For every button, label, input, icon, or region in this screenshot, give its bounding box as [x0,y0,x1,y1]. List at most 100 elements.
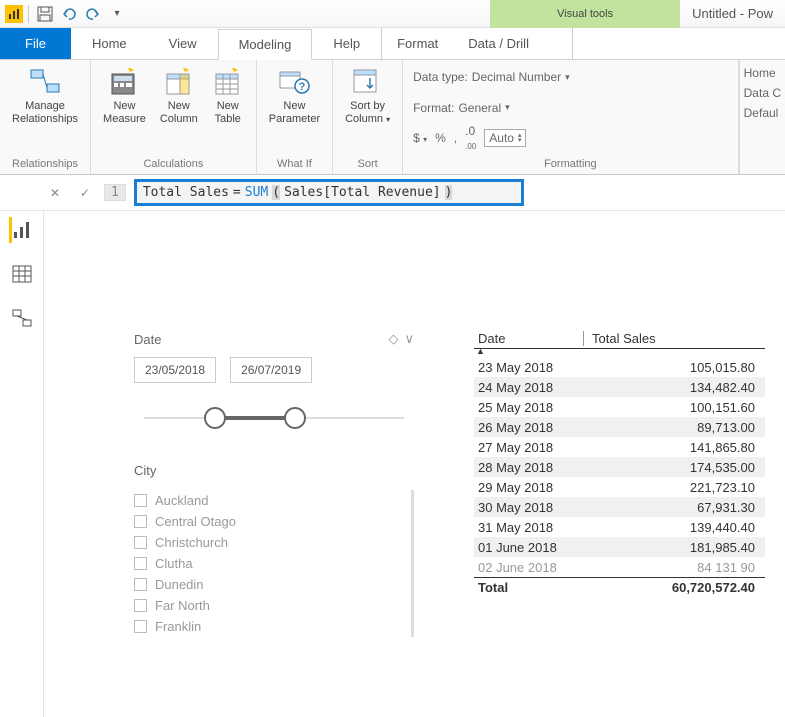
date-from-input[interactable]: 23/05/2018 [134,357,216,383]
commit-formula-icon[interactable]: ✓ [74,182,96,204]
table-row[interactable]: 02 June 201884 131 90 [474,557,765,577]
checkbox-icon[interactable] [134,515,147,528]
cancel-formula-icon[interactable]: ✕ [44,182,66,204]
column-icon [163,66,195,98]
formula-measure-name: Total Sales [143,185,229,200]
table-total-row: Total 60,720,572.40 [474,577,765,595]
new-column-button[interactable]: NewColumn [156,64,202,128]
city-item[interactable]: Clutha [134,553,401,574]
formatting-group-label: Formatting [413,158,728,172]
table-row[interactable]: 30 May 201867,931.30 [474,497,765,517]
visual-tools-contextual-label: Visual tools [490,0,680,28]
checkbox-icon[interactable] [134,578,147,591]
checkbox-icon[interactable] [134,536,147,549]
percent-button[interactable]: % [435,131,446,145]
decimal-places-spinner[interactable]: Auto ▴▾ [484,129,526,147]
new-parameter-button[interactable]: ? NewParameter [265,64,324,128]
undo-icon[interactable] [58,3,80,25]
city-item[interactable]: Central Otago [134,511,401,532]
date-slider[interactable] [144,403,404,433]
city-item-label: Christchurch [155,535,228,550]
date-slicer-visual[interactable]: Date ◇ ∨ 23/05/2018 26/07/2019 City Auck… [134,331,414,717]
checkbox-icon[interactable] [134,599,147,612]
decimal-icon[interactable]: .0.00 [465,124,476,152]
data-view-button[interactable] [9,261,35,287]
table-row[interactable]: 27 May 2018141,865.80 [474,437,765,457]
report-view-button[interactable] [9,217,35,243]
sort-by-column-button[interactable]: Sort byColumn ▾ [341,64,394,128]
city-item-label: Far North [155,598,210,613]
parameter-icon: ? [278,66,310,98]
tab-format[interactable]: Format [382,28,453,59]
table-cell-date: 28 May 2018 [474,460,584,475]
city-item[interactable]: Franklin [134,616,401,637]
slider-handle-end[interactable] [284,407,306,429]
thousands-button[interactable]: , [454,131,457,145]
table-cell-sales: 139,440.40 [584,520,765,535]
tab-view[interactable]: View [148,28,218,59]
table-cell-sales: 174,535.00 [584,460,765,475]
new-column-label: NewColumn [160,100,198,126]
quick-access-toolbar: ▾ Visual tools Untitled - Pow [0,0,785,28]
view-rail [0,211,44,717]
chevron-down-icon[interactable]: ∨ [404,331,414,347]
city-item[interactable]: Dunedin [134,574,401,595]
city-item[interactable]: Far North [134,595,401,616]
redo-icon[interactable] [82,3,104,25]
slider-handle-start[interactable] [204,407,226,429]
formula-input[interactable]: Total Sales = SUM( Sales[Total Revenue] … [134,179,524,206]
table-row[interactable]: 31 May 2018139,440.40 [474,517,765,537]
calculations-group-label: Calculations [99,158,248,172]
data-type-value[interactable]: Decimal Number [472,70,561,84]
city-item[interactable]: Auckland [134,490,401,511]
table-row[interactable]: 24 May 2018134,482.40 [474,377,765,397]
table-header-sales[interactable]: Total Sales [584,331,765,346]
tab-help[interactable]: Help [312,28,381,59]
data-type-label: Data type: [413,70,468,84]
table-cell-sales: 181,985.40 [584,540,765,555]
ribbon-group-relationships: ManageRelationships Relationships [0,60,91,174]
table-row[interactable]: 01 June 2018181,985.40 [474,537,765,557]
chevron-down-icon[interactable]: ▾ [565,72,570,83]
date-to-input[interactable]: 26/07/2019 [230,357,312,383]
relationships-icon [29,66,61,98]
model-view-button[interactable] [9,305,35,331]
new-table-button[interactable]: NewTable [208,64,248,128]
new-measure-button[interactable]: NewMeasure [99,64,150,128]
table-row[interactable]: 26 May 201889,713.00 [474,417,765,437]
sales-table-visual[interactable]: Date ▲ Total Sales 23 May 2018105,015.80… [474,331,765,717]
sort-icon [352,66,384,98]
table-row[interactable]: 28 May 2018174,535.00 [474,457,765,477]
chevron-down-icon[interactable]: ▾ [505,102,510,113]
table-cell-date: 29 May 2018 [474,480,584,495]
tab-data-drill[interactable]: Data / Drill [453,28,544,59]
manage-relationships-button[interactable]: ManageRelationships [8,64,82,128]
format-value[interactable]: General [458,101,501,115]
checkbox-icon[interactable] [134,494,147,507]
city-item[interactable]: Christchurch [134,532,401,553]
sort-ascending-icon: ▲ [476,346,485,356]
city-item-label: Clutha [155,556,193,571]
table-row[interactable]: 23 May 2018105,015.80 [474,357,765,377]
tab-modeling[interactable]: Modeling [218,29,313,60]
currency-button[interactable]: $ ▾ [413,131,427,145]
ribbon-group-formatting: Data type: Decimal Number ▾ Format: Gene… [403,60,739,174]
formula-line-number: 1 [104,184,126,201]
table-row[interactable]: 25 May 2018100,151.60 [474,397,765,417]
table-cell-date: 27 May 2018 [474,440,584,455]
checkbox-icon[interactable] [134,620,147,633]
ribbon-group-sort: Sort byColumn ▾ Sort [333,60,403,174]
tab-home[interactable]: Home [71,28,148,59]
table-cell-date: 30 May 2018 [474,500,584,515]
qat-customize-icon[interactable]: ▾ [106,3,128,25]
table-row[interactable]: 29 May 2018221,723.10 [474,477,765,497]
save-icon[interactable] [34,3,56,25]
eraser-icon[interactable]: ◇ [388,331,398,347]
new-table-label: NewTable [215,100,241,126]
ribbon-tabs: File Home View Modeling Help Format Data… [0,28,785,60]
table-cell-date: 24 May 2018 [474,380,584,395]
checkbox-icon[interactable] [134,557,147,570]
ribbon-right-edge: Home Data C Defaul [739,60,785,174]
table-header-date[interactable]: Date ▲ [474,331,584,346]
tab-file[interactable]: File [0,28,71,59]
